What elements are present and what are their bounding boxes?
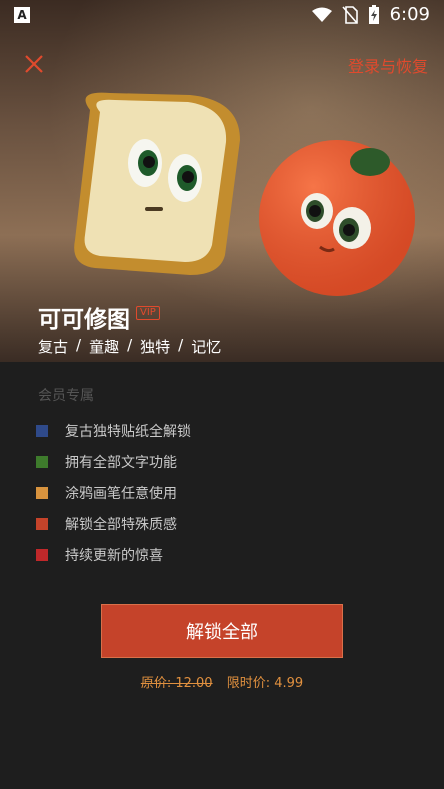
feature-bullet [36,486,48,499]
no-sim-icon [341,5,358,24]
feature-item: 涂鸦画笔任意使用 [36,477,191,508]
status-bar: A 6:09 [0,0,444,32]
feature-item: 解锁全部特殊质感 [36,508,191,539]
tag-separator: / [178,336,184,354]
feature-bullet [36,455,48,468]
feature-bullet [36,517,48,530]
limited-price: 限时价: 4.99 [226,676,304,691]
tag: 复古 [38,338,69,356]
battery-icon [368,4,379,24]
feature-item: 拥有全部文字功能 [36,446,191,477]
tag-separator: / [127,336,133,354]
app-title: 可可修图 [38,307,130,333]
toast-figure [74,92,240,275]
tags-row: 复古 / 童趣 / 独特 / 记忆 [38,336,221,357]
orange-figure [259,140,415,296]
wifi-icon [311,7,332,22]
feature-item: 复古独特贴纸全解锁 [36,415,191,446]
feature-label: 复古独特贴纸全解锁 [65,423,191,440]
close-icon[interactable] [20,50,48,78]
tag: 童趣 [89,338,120,356]
section-title: 会员专属 [38,388,94,404]
unlock-all-button[interactable]: 解锁全部 [101,604,343,658]
tag: 独特 [140,338,171,356]
feature-label: 涂鸦画笔任意使用 [65,485,177,502]
vip-badge: VIP [136,306,160,320]
price-row: 原价: 12.00 限时价: 4.99 [0,672,444,691]
tag-separator: / [76,336,82,354]
login-restore-link[interactable]: 登录与恢复 [348,53,428,77]
feature-item: 持续更新的惊喜 [36,539,191,570]
feature-label: 持续更新的惊喜 [65,547,163,564]
feature-bullet [36,548,48,561]
clock: 6:09 [389,4,430,25]
app-title-row: 可可修图 VIP [38,300,160,334]
tag: 记忆 [191,338,222,356]
app-notification-icon: A [14,7,30,23]
original-price: 原价: 12.00 [140,676,213,691]
feature-label: 解锁全部特殊质感 [65,516,177,533]
feature-list: 复古独特贴纸全解锁 拥有全部文字功能 涂鸦画笔任意使用 解锁全部特殊质感 持续更… [36,415,191,570]
feature-label: 拥有全部文字功能 [65,454,177,471]
feature-bullet [36,424,48,437]
